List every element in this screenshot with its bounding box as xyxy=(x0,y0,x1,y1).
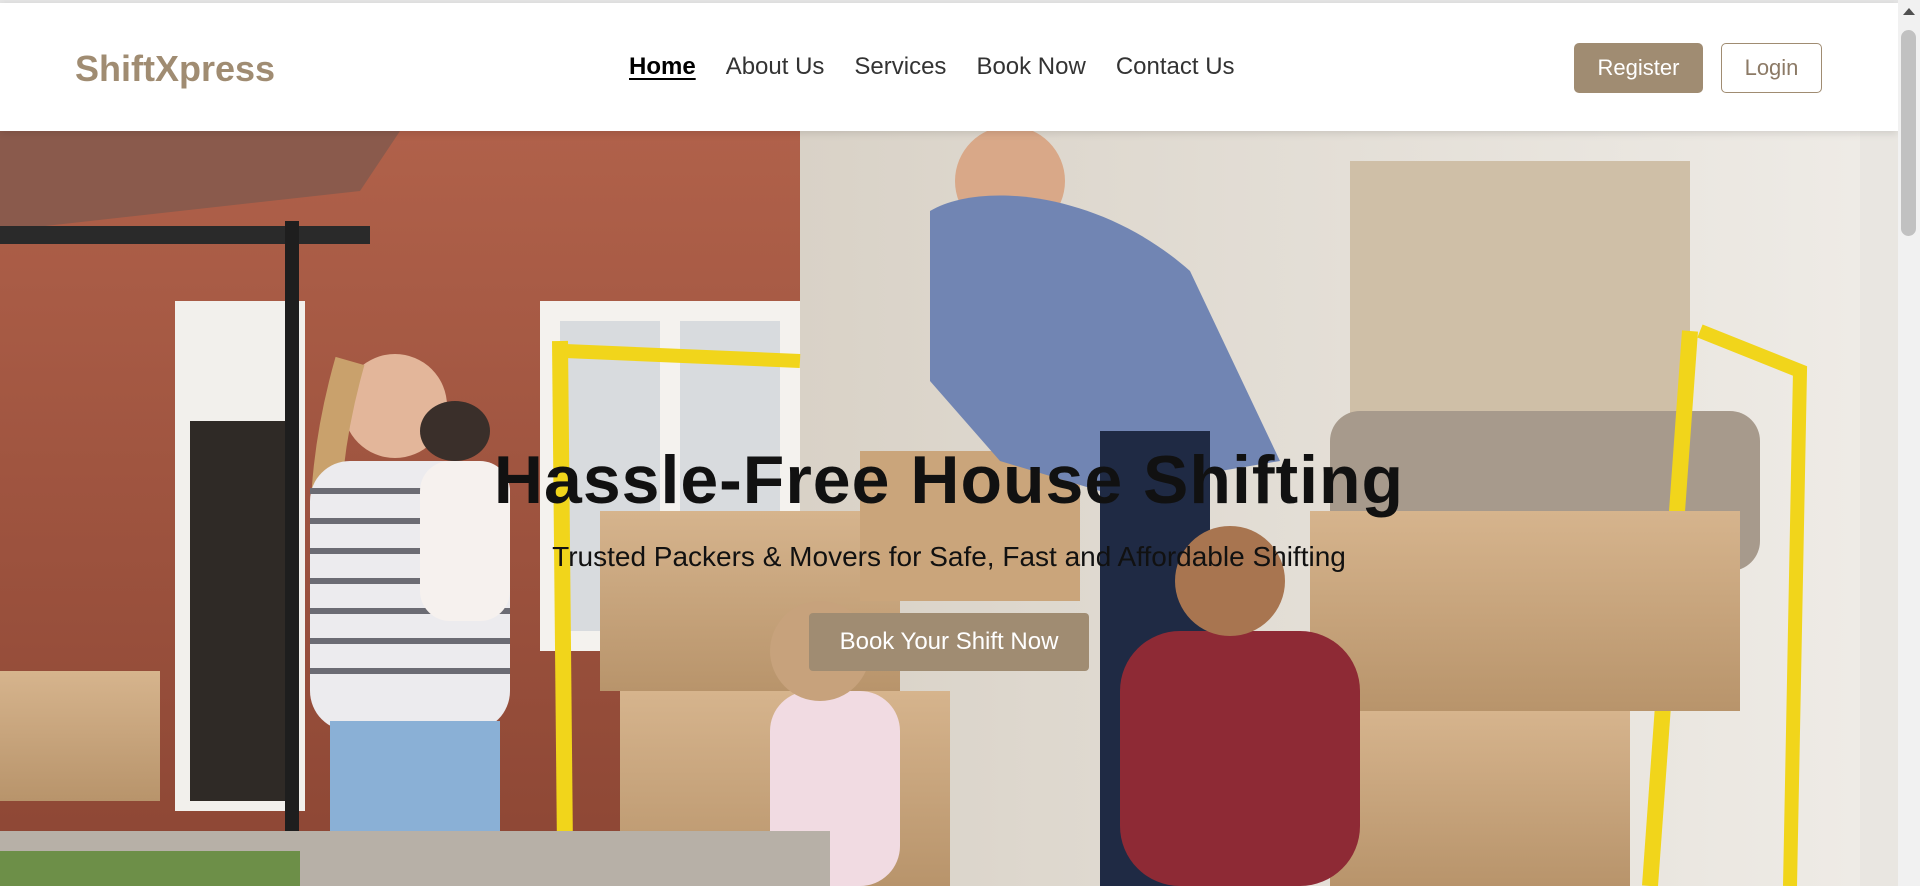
register-button[interactable]: Register xyxy=(1574,43,1703,93)
hero-title: Hassle-Free House Shifting xyxy=(493,442,1405,518)
nav-book-now[interactable]: Book Now xyxy=(976,53,1085,81)
nav-services[interactable]: Services xyxy=(854,53,946,81)
scroll-up-arrow-icon[interactable] xyxy=(1903,8,1915,15)
main-nav: Home About Us Services Book Now Contact … xyxy=(629,53,1235,81)
nav-contact-us[interactable]: Contact Us xyxy=(1116,53,1235,81)
nav-home[interactable]: Home xyxy=(629,53,696,81)
book-shift-button[interactable]: Book Your Shift Now xyxy=(809,613,1089,671)
navbar: ShiftXpress Home About Us Services Book … xyxy=(0,3,1898,131)
scrollbar-thumb[interactable] xyxy=(1901,30,1916,236)
hero-subtitle: Trusted Packers & Movers for Safe, Fast … xyxy=(552,541,1346,572)
brand-logo[interactable]: ShiftXpress xyxy=(75,48,275,90)
nav-about-us[interactable]: About Us xyxy=(726,53,825,81)
vertical-scrollbar[interactable] xyxy=(1898,0,1920,886)
login-button[interactable]: Login xyxy=(1721,43,1822,93)
